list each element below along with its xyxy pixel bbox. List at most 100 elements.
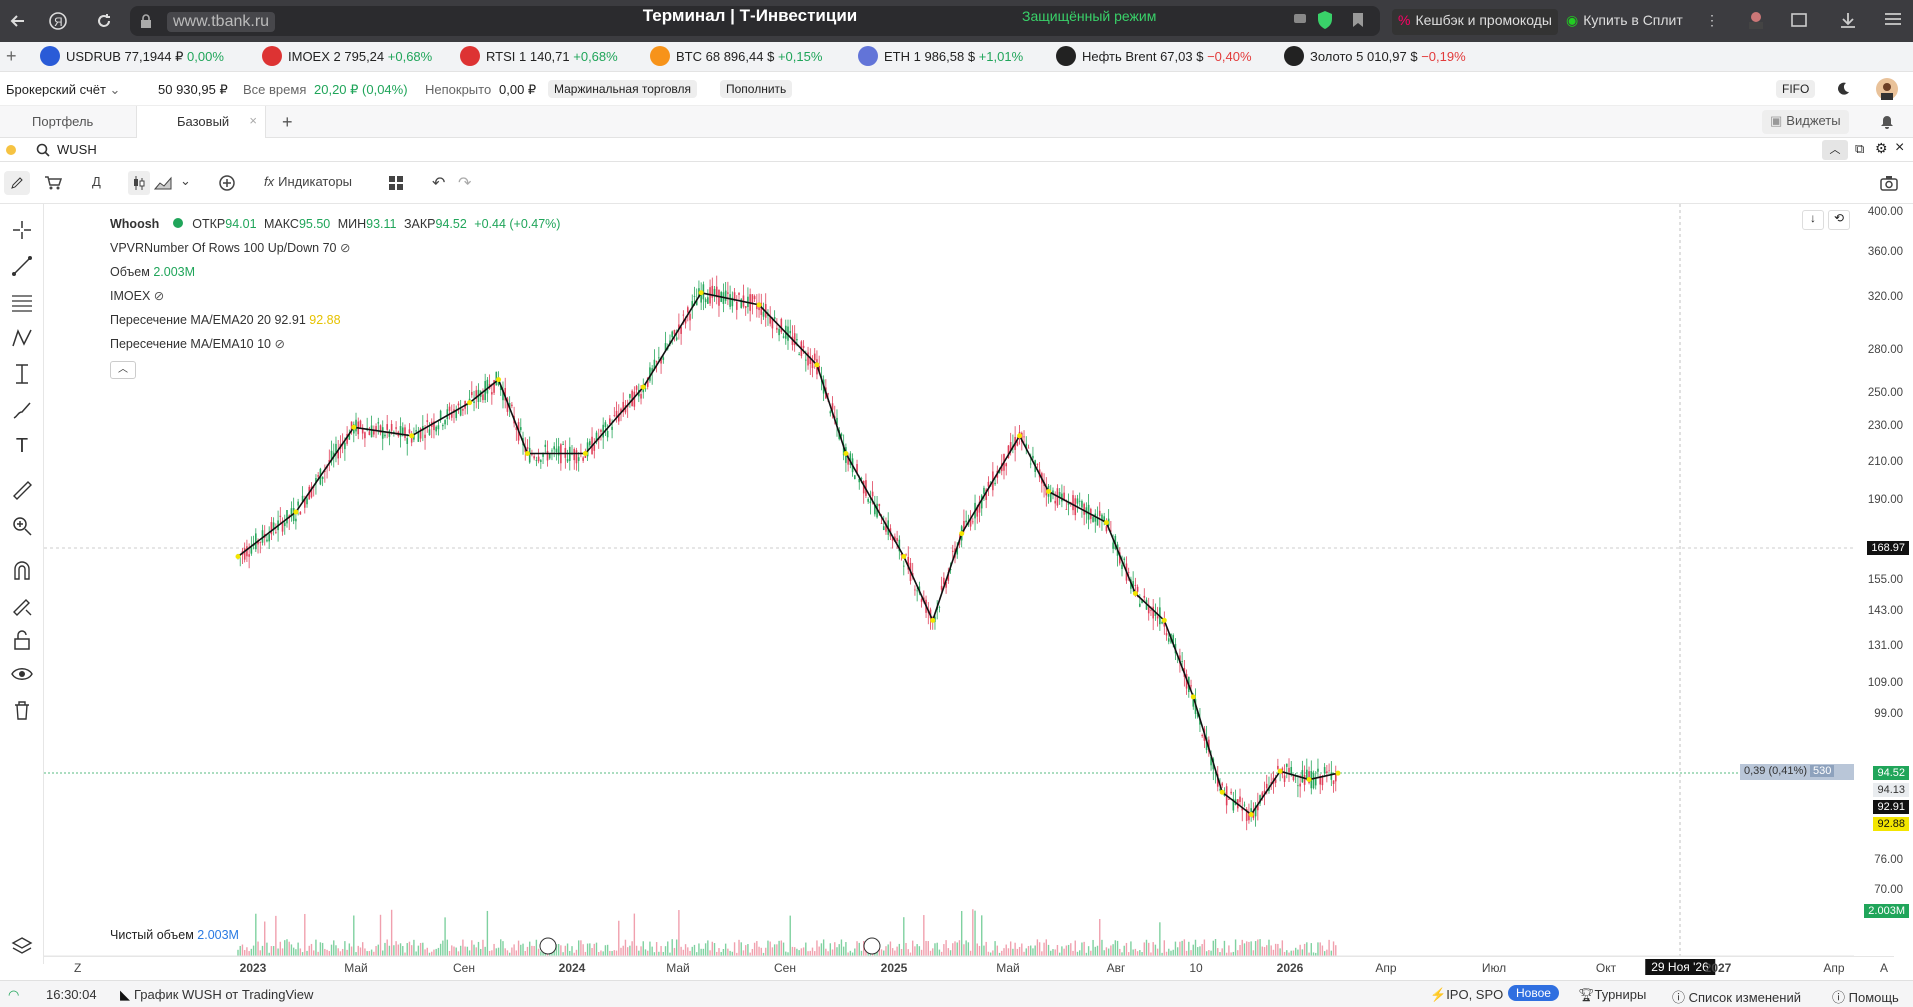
volume-bar	[295, 949, 297, 956]
account-select[interactable]: Брокерский счёт ⌄	[6, 82, 120, 98]
ticker-item[interactable]: BTC 68 896,44 $ +0,15%	[650, 45, 822, 66]
hidden-eye-icon[interactable]: ⊘	[340, 241, 350, 255]
topup-button[interactable]: Пополнить	[720, 80, 793, 98]
widgets-button[interactable]: ▣ Виджеты	[1762, 110, 1849, 134]
trendline-icon[interactable]	[10, 254, 34, 278]
redo-icon[interactable]: ↷	[458, 171, 471, 195]
camera-icon[interactable]	[1880, 171, 1898, 195]
text-icon[interactable]: T	[10, 434, 34, 458]
templates-icon[interactable]	[388, 171, 404, 195]
chat-icon[interactable]	[1293, 12, 1307, 26]
more-icon[interactable]: ⋮	[1705, 12, 1719, 29]
volume-bar	[1201, 944, 1203, 956]
ma20-indicator[interactable]: Пересечение MA/EMA20 20	[110, 313, 271, 327]
add-circle-icon[interactable]	[218, 171, 236, 195]
ma10-indicator[interactable]: Пересечение MA/EMA10 10	[110, 337, 271, 351]
cart-icon[interactable]	[44, 171, 62, 195]
ruler-icon[interactable]	[10, 478, 34, 502]
candles-icon[interactable]	[128, 171, 150, 195]
volume-bar	[1221, 948, 1223, 956]
undo-icon[interactable]: ↶	[432, 171, 445, 195]
close-icon[interactable]: ×	[1895, 139, 1904, 157]
menu-icon[interactable]	[1884, 11, 1902, 27]
axis-corner-left[interactable]: Z	[74, 961, 81, 975]
volume-bar	[591, 948, 593, 956]
ticker-item[interactable]: IMOEX 2 795,24 +0,68%	[262, 45, 432, 66]
shield-icon[interactable]	[1316, 10, 1334, 30]
price-axis[interactable]: 400.00 360.00 320.00 280.00 250.00 230.00 210.…	[1855, 204, 1913, 980]
profile-icon[interactable]	[1746, 10, 1766, 30]
pencil-icon[interactable]	[4, 171, 30, 195]
chevron-down-icon[interactable]: ⌄	[180, 171, 191, 195]
zoom-icon[interactable]	[10, 514, 34, 538]
margin-trading-badge[interactable]: Маржинальная торговля	[548, 80, 697, 98]
vpvr-indicator[interactable]: VPVRNumber Of Rows 100 Up/Down 70	[110, 241, 336, 255]
reset-icon[interactable]: ⟲	[1828, 210, 1850, 230]
popout-icon[interactable]: ⧉	[1855, 141, 1864, 157]
ticker-item[interactable]: RTSI 1 140,71 +0,68%	[460, 45, 618, 66]
unlock-icon[interactable]	[10, 628, 34, 652]
hidden-eye-icon[interactable]: ⊘	[154, 289, 164, 303]
ipo-link[interactable]: ⚡IPO, SPO	[1430, 987, 1503, 1003]
changelog-link[interactable]: ⓘ Список изменений	[1672, 987, 1801, 1006]
collapse-icon[interactable]: ︿	[1822, 140, 1848, 160]
moon-icon[interactable]	[1836, 81, 1850, 95]
trash-icon[interactable]	[10, 698, 34, 722]
add-tab-icon[interactable]: +	[282, 104, 293, 136]
layers-icon[interactable]	[10, 934, 34, 958]
settings-icon[interactable]: ⚙	[1875, 140, 1888, 157]
volume-bar	[760, 947, 762, 956]
collapse-legend-button[interactable]: ︿	[110, 361, 136, 379]
volume-bar	[1266, 945, 1268, 956]
add-ticker-icon[interactable]: +	[6, 46, 17, 67]
time-axis[interactable]: Z A 2023 Май Сен 2024 Май Сен 2025 Май Авг 10 2026…	[44, 956, 1894, 980]
eye-icon[interactable]	[10, 662, 34, 686]
search-input[interactable]: WUSH	[57, 142, 97, 157]
time-tick: Сен	[774, 961, 796, 975]
dividend-marker[interactable]	[863, 937, 881, 955]
ticker-item[interactable]: Золото 5 010,97 $ −0,19%	[1284, 45, 1466, 66]
tab-portfolio[interactable]: Портфель	[32, 106, 93, 138]
downloads-icon[interactable]	[1838, 11, 1858, 29]
cashback-button[interactable]: % Кешбэк и промокоды	[1392, 9, 1558, 35]
lock-drawing-icon[interactable]	[10, 594, 34, 618]
magnet-icon[interactable]	[10, 558, 34, 582]
fifo-badge[interactable]: FIFO	[1776, 80, 1816, 98]
candle-body	[1005, 463, 1008, 467]
secure-mode-label[interactable]: Защищённый режим	[1022, 8, 1156, 24]
pattern-icon[interactable]	[10, 326, 34, 350]
crosshair-icon[interactable]	[10, 218, 34, 242]
collections-icon[interactable]	[1790, 11, 1810, 29]
volume-bar	[577, 940, 580, 956]
volume-bar	[925, 940, 927, 956]
volume-label[interactable]: Объем	[110, 265, 150, 279]
close-label: ЗАКР	[403, 217, 436, 231]
net-volume-label[interactable]: Чистый объем	[110, 928, 194, 942]
bookmark-icon[interactable]	[1352, 12, 1364, 28]
candle-body	[1054, 500, 1057, 504]
axis-corner-right[interactable]: A	[1880, 961, 1888, 975]
info-icon: ⓘ	[1672, 990, 1689, 1005]
tradingview-link[interactable]: ◣ График WUSH от TradingView	[120, 987, 313, 1003]
close-tab-icon[interactable]: ×	[249, 113, 257, 128]
candle-body	[718, 289, 720, 306]
brush-icon[interactable]	[10, 398, 34, 422]
dividend-marker[interactable]	[539, 937, 557, 955]
split-button[interactable]: ◉ Купить в Сплит	[1560, 9, 1689, 35]
ticker-item[interactable]: USDRUB 77,1944 ₽ 0,00%	[40, 45, 224, 66]
tab-base[interactable]: Базовый ×	[136, 106, 266, 138]
fib-icon[interactable]	[10, 290, 34, 314]
tournaments-link[interactable]: 🏆︎Турниры	[1578, 987, 1646, 1003]
bell-icon[interactable]	[1880, 115, 1894, 129]
scroll-down-icon[interactable]: ↓	[1802, 210, 1824, 230]
imoex-indicator[interactable]: IMOEX	[110, 289, 150, 303]
ticker-item[interactable]: ETH 1 986,58 $ +1,01%	[858, 45, 1023, 66]
timeframe-button[interactable]: Д	[92, 171, 101, 195]
ticker-item[interactable]: Нефть Brent 67,03 $ −0,40%	[1056, 45, 1252, 66]
hidden-eye-icon[interactable]: ⊘	[274, 337, 284, 351]
help-link[interactable]: ⓘ Помощь	[1832, 987, 1899, 1006]
avatar[interactable]	[1876, 78, 1898, 100]
indicators-button[interactable]: fx Индикаторы	[264, 171, 352, 195]
area-chart-icon[interactable]	[154, 171, 172, 195]
measure-icon[interactable]	[10, 362, 34, 386]
